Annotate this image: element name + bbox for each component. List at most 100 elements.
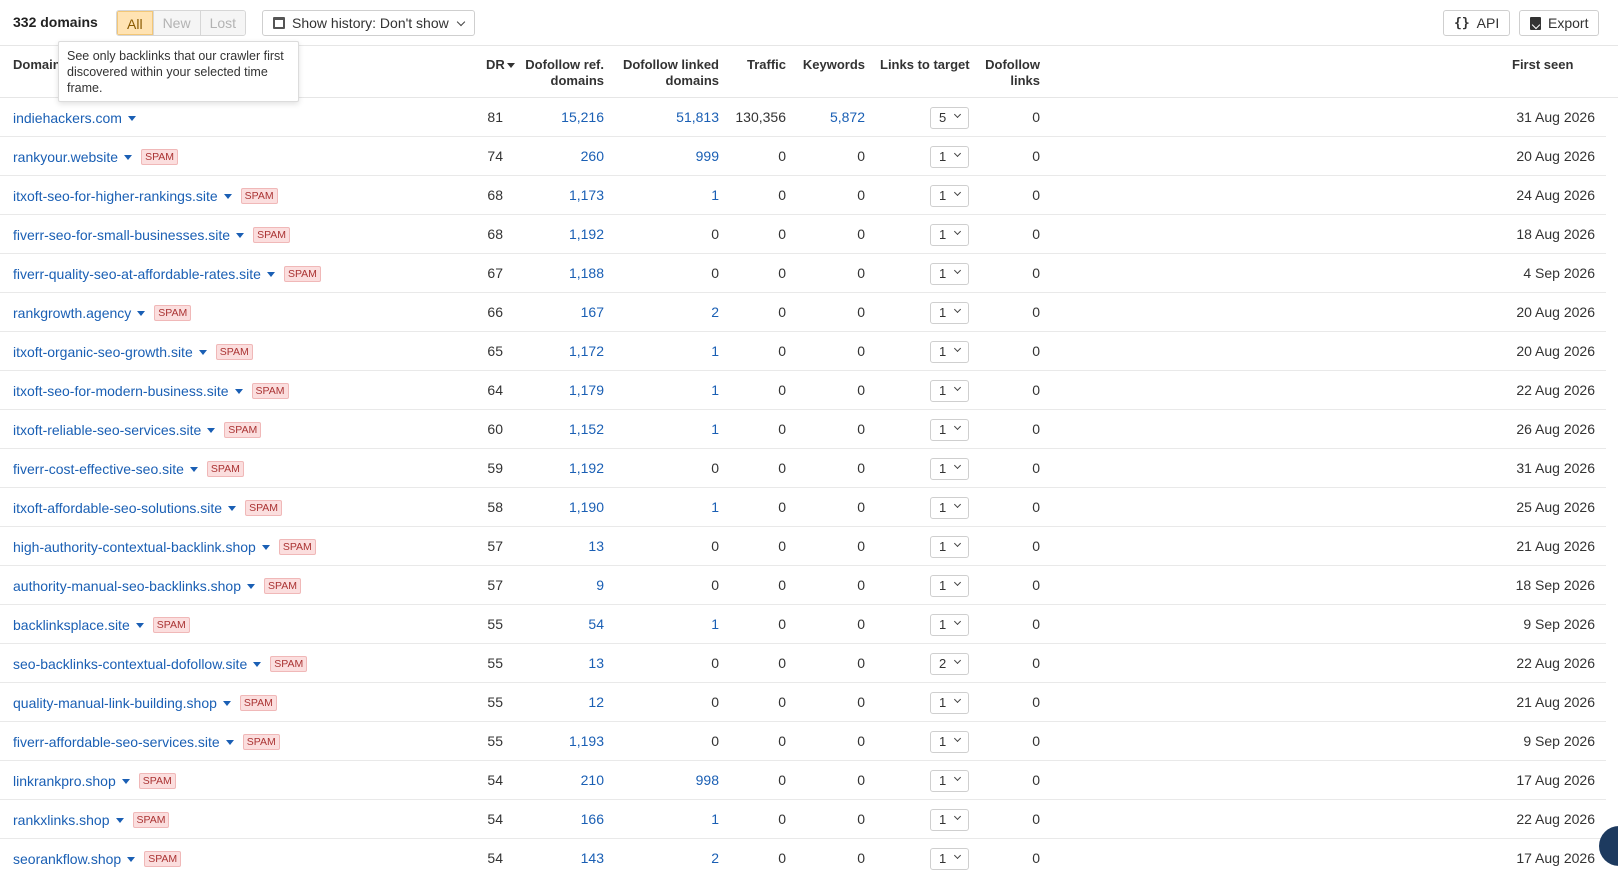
domain-link[interactable]: fiverr-seo-for-small-businesses.site [13,216,230,254]
dofollow-ref-domains-value[interactable]: 1,172 [540,332,604,371]
caret-down-icon[interactable] [207,428,216,433]
caret-down-icon[interactable] [121,779,130,784]
domain-link[interactable]: fiverr-cost-effective-seo.site [13,450,184,488]
column-header-dofollow-ref-domains[interactable]: Dofollow ref. domains [512,57,604,89]
caret-down-icon[interactable] [225,740,234,745]
column-header-dofollow-links[interactable]: Dofollow links [975,57,1040,89]
dofollow-ref-domains-value[interactable]: 210 [540,761,604,800]
domain-link[interactable]: itxoft-affordable-seo-solutions.site [13,489,222,527]
show-history-dropdown[interactable]: Show history: Don't show [262,10,475,36]
keywords-value[interactable]: 5,872 [800,98,865,137]
caret-down-icon[interactable] [261,545,270,550]
dofollow-linked-domains-value[interactable]: 1 [640,605,719,644]
column-header-first-seen[interactable]: First seen [1512,57,1573,73]
dofollow-linked-domains-value[interactable]: 998 [640,761,719,800]
caret-down-icon[interactable] [247,584,255,589]
api-button[interactable]: {} API [1443,10,1511,36]
column-header-dr[interactable]: DR [486,57,515,73]
domain-link[interactable]: quality-manual-link-building.shop [13,684,217,722]
export-button[interactable]: Export [1519,10,1600,36]
links-to-target-dropdown[interactable]: 1 [930,458,969,480]
column-header-domain[interactable]: Domain [13,57,61,73]
column-header-links-to-target[interactable]: Links to target [880,57,970,73]
dofollow-linked-domains-value[interactable]: 1 [640,371,719,410]
dofollow-linked-domains-value[interactable]: 999 [640,137,719,176]
links-to-target-dropdown[interactable]: 1 [930,809,969,831]
dofollow-ref-domains-value[interactable]: 13 [540,644,604,683]
dofollow-ref-domains-value[interactable]: 1,188 [540,254,604,293]
domain-link[interactable]: itxoft-seo-for-modern-business.site [13,372,229,410]
domain-link[interactable]: backlinksplace.site [13,606,130,644]
links-to-target-dropdown[interactable]: 1 [930,731,969,753]
dofollow-linked-domains-value[interactable]: 2 [640,293,719,332]
dofollow-ref-domains-value[interactable]: 1,192 [540,449,604,488]
dofollow-linked-domains-value[interactable]: 2 [640,839,719,877]
domain-link[interactable]: fiverr-affordable-seo-services.site [13,723,220,761]
caret-down-icon[interactable] [198,350,207,355]
links-to-target-dropdown[interactable]: 1 [930,380,969,402]
links-to-target-dropdown[interactable]: 2 [930,653,969,675]
domain-link[interactable]: high-authority-contextual-backlink.shop [13,528,256,566]
dofollow-linked-domains-value[interactable]: 1 [640,410,719,449]
dofollow-ref-domains-value[interactable]: 1,192 [540,215,604,254]
links-to-target-dropdown[interactable]: 1 [930,146,969,168]
dofollow-linked-domains-value[interactable]: 1 [640,488,719,527]
links-to-target-dropdown[interactable]: 5 [930,107,969,129]
caret-down-icon[interactable] [236,233,245,238]
caret-down-icon[interactable] [115,818,124,823]
dofollow-ref-domains-value[interactable]: 143 [540,839,604,877]
dofollow-ref-domains-value[interactable]: 54 [540,605,604,644]
domain-link[interactable]: seorankflow.shop [13,840,121,877]
domain-link[interactable]: authority-manual-seo-backlinks.shop [13,567,241,605]
links-to-target-dropdown[interactable]: 1 [930,770,969,792]
domain-link[interactable]: itxoft-reliable-seo-services.site [13,411,201,449]
dofollow-ref-domains-value[interactable]: 15,216 [540,98,604,137]
caret-down-icon[interactable] [189,467,198,472]
domain-link[interactable]: itxoft-seo-for-higher-rankings.site [13,177,218,215]
dofollow-ref-domains-value[interactable]: 1,173 [540,176,604,215]
links-to-target-dropdown[interactable]: 1 [930,497,969,519]
caret-down-icon[interactable] [228,506,237,511]
caret-down-icon[interactable] [223,194,232,199]
caret-down-icon[interactable] [222,701,231,706]
domain-link[interactable]: itxoft-organic-seo-growth.site [13,333,193,371]
links-to-target-dropdown[interactable]: 1 [930,692,969,714]
links-to-target-dropdown[interactable]: 1 [930,185,969,207]
caret-down-icon[interactable] [266,272,275,277]
domain-link[interactable]: rankgrowth.agency [13,294,131,332]
caret-down-icon[interactable] [135,623,144,628]
dofollow-ref-domains-value[interactable]: 1,190 [540,488,604,527]
links-to-target-dropdown[interactable]: 1 [930,263,969,285]
domain-link[interactable]: fiverr-quality-seo-at-affordable-rates.s… [13,255,261,293]
filter-tab-new[interactable]: New [152,11,200,35]
dofollow-ref-domains-value[interactable]: 167 [540,293,604,332]
dofollow-ref-domains-value[interactable]: 166 [540,800,604,839]
links-to-target-dropdown[interactable]: 1 [930,848,969,870]
domain-link[interactable]: rankxlinks.shop [13,801,110,839]
dofollow-ref-domains-value[interactable]: 1,179 [540,371,604,410]
dofollow-linked-domains-value[interactable]: 51,813 [640,98,719,137]
links-to-target-dropdown[interactable]: 1 [930,341,969,363]
domain-link[interactable]: rankyour.website [13,138,118,176]
dofollow-ref-domains-value[interactable]: 12 [540,683,604,722]
column-header-keywords[interactable]: Keywords [795,57,865,73]
links-to-target-dropdown[interactable]: 1 [930,536,969,558]
dofollow-ref-domains-value[interactable]: 1,193 [540,722,604,761]
dofollow-linked-domains-value[interactable]: 1 [640,332,719,371]
domain-link[interactable]: seo-backlinks-contextual-dofollow.site [13,645,247,683]
caret-down-icon[interactable] [127,857,136,862]
dofollow-ref-domains-value[interactable]: 1,152 [540,410,604,449]
domain-link[interactable]: linkrankpro.shop [13,762,116,800]
dofollow-ref-domains-value[interactable]: 9 [540,566,604,605]
caret-down-icon[interactable] [234,389,243,394]
links-to-target-dropdown[interactable]: 1 [930,302,969,324]
dofollow-linked-domains-value[interactable]: 1 [640,176,719,215]
filter-tab-all[interactable]: All [117,11,153,35]
caret-down-icon[interactable] [137,311,146,316]
filter-tab-lost[interactable]: Lost [199,11,246,35]
links-to-target-dropdown[interactable]: 1 [930,575,969,597]
dofollow-linked-domains-value[interactable]: 1 [640,800,719,839]
links-to-target-dropdown[interactable]: 1 [930,614,969,636]
caret-down-icon[interactable] [253,662,262,667]
caret-down-icon[interactable] [124,155,133,160]
